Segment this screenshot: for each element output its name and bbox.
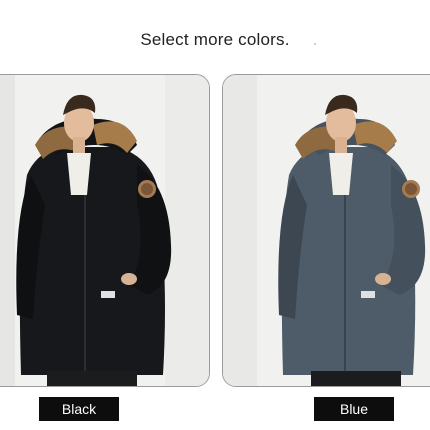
black-jacket-photo	[0, 75, 209, 386]
blue-color-label[interactable]: Blue	[314, 397, 394, 421]
decorative-dot	[314, 43, 316, 45]
blue-jacket-photo	[223, 75, 430, 386]
black-color-label[interactable]: Black	[39, 397, 119, 421]
page-title: Select more colors.	[140, 30, 290, 49]
product-color-page: Select more colors. Black Blue	[0, 0, 430, 430]
blue-variant-card[interactable]	[222, 74, 430, 387]
black-variant-card[interactable]	[0, 74, 210, 387]
